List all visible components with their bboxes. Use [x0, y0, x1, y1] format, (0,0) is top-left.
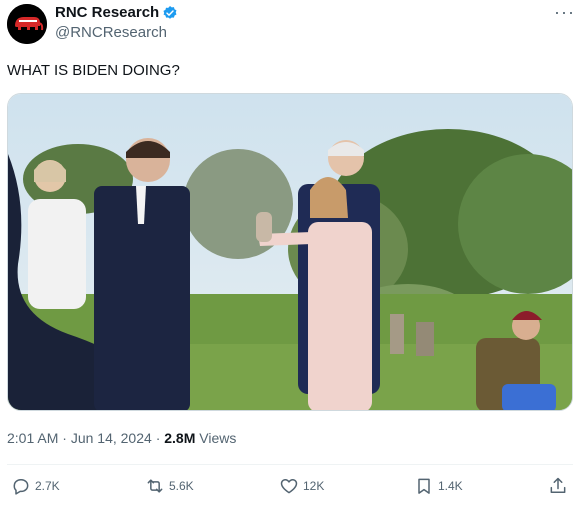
share-button[interactable]	[548, 476, 568, 496]
views-count: 2.8M	[164, 430, 196, 446]
retweet-button[interactable]: 5.6K	[145, 476, 194, 496]
reply-icon	[13, 479, 29, 495]
tweet-text: WHAT IS BIDEN DOING?	[7, 62, 180, 79]
verified-badge-icon	[163, 6, 177, 19]
author-handle[interactable]: @RNCResearch	[55, 24, 167, 42]
share-icon	[550, 477, 566, 493]
heart-icon	[280, 479, 298, 494]
more-options-icon[interactable]: ···	[554, 2, 575, 23]
media-photo	[8, 94, 572, 410]
tweet-date[interactable]: Jun 14, 2024	[71, 430, 152, 446]
meta-separator: ·	[62, 430, 67, 446]
tweet-actions: 2.7K 5.6K 12K 1.4K	[0, 476, 585, 500]
retweet-count: 5.6K	[169, 479, 194, 493]
tweet-meta: 2:01 AM · Jun 14, 2024 · 2.8M Views	[7, 429, 236, 447]
like-count: 12K	[303, 479, 325, 493]
bookmark-icon	[418, 478, 430, 494]
tweet-media[interactable]	[7, 93, 573, 411]
reply-count: 2.7K	[35, 479, 60, 493]
like-button[interactable]: 12K	[279, 476, 324, 496]
retweet-icon	[147, 479, 163, 493]
views-label: Views	[199, 430, 237, 446]
meta-separator: ·	[155, 430, 161, 446]
republican-elephant-icon	[7, 4, 47, 44]
author-display-name[interactable]: RNC Research	[55, 4, 159, 22]
divider	[7, 464, 573, 465]
bookmark-button[interactable]: 1.4K	[414, 476, 463, 496]
author-avatar[interactable]	[7, 4, 47, 44]
tweet-time[interactable]: 2:01 AM	[7, 430, 58, 446]
bookmark-count: 1.4K	[438, 479, 463, 493]
reply-button[interactable]: 2.7K	[11, 476, 60, 496]
